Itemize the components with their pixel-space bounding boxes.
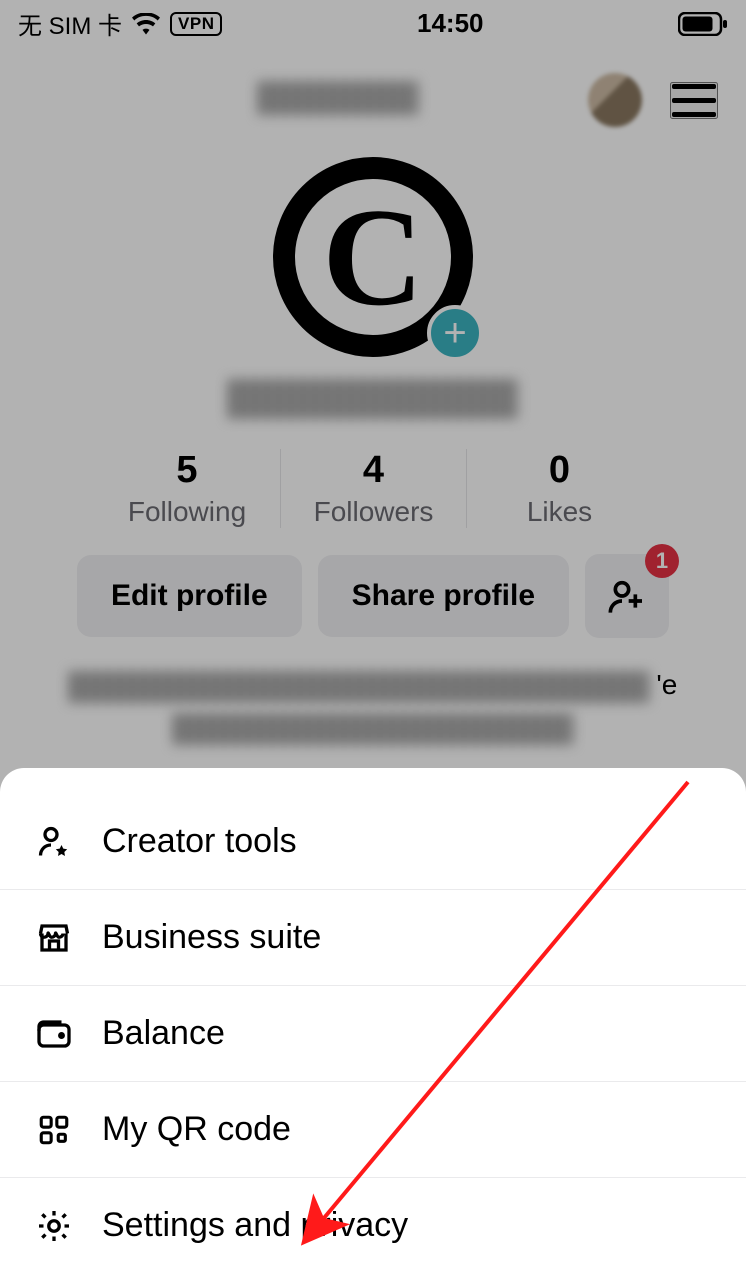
likes-label: Likes — [467, 496, 652, 528]
followers-stat[interactable]: 4 Followers — [280, 449, 466, 528]
menu-business-suite[interactable]: Business suite — [0, 890, 746, 986]
likes-count: 0 — [467, 449, 652, 492]
following-label: Following — [94, 496, 280, 528]
gear-icon — [34, 1208, 74, 1244]
vpn-indicator: VPN — [170, 12, 222, 36]
person-star-icon — [34, 824, 74, 860]
following-stat[interactable]: 5 Following — [94, 449, 280, 528]
carrier-text: 无 SIM 卡 — [18, 6, 122, 41]
status-bar: 无 SIM 卡 VPN 14:50 — [0, 0, 746, 43]
menu-item-label: My QR code — [102, 1110, 291, 1149]
menu-item-label: Creator tools — [102, 822, 297, 861]
followers-count: 4 — [281, 449, 466, 492]
profile-name-title — [88, 81, 588, 120]
menu-sheet: Creator tools Business suite Balance My … — [0, 768, 746, 1285]
wifi-icon — [132, 13, 160, 35]
wallet-icon — [34, 1018, 74, 1050]
menu-balance[interactable]: Balance — [0, 986, 746, 1082]
bio-text: 'e — [0, 664, 746, 748]
battery-icon — [678, 12, 728, 36]
clock-text: 14:50 — [417, 8, 484, 39]
notification-badge: 1 — [645, 544, 679, 578]
add-friend-button[interactable]: 1 — [585, 554, 669, 638]
add-photo-badge[interactable]: + — [427, 305, 483, 361]
username-text — [0, 379, 746, 419]
likes-stat[interactable]: 0 Likes — [466, 449, 652, 528]
account-switcher-avatar[interactable] — [588, 73, 642, 127]
menu-button[interactable] — [670, 82, 718, 119]
share-profile-button[interactable]: Share profile — [318, 555, 569, 637]
menu-item-label: Balance — [102, 1014, 225, 1053]
edit-profile-button[interactable]: Edit profile — [77, 555, 302, 637]
menu-item-label: Settings and privacy — [102, 1206, 408, 1245]
storefront-icon — [34, 920, 74, 956]
menu-settings-privacy[interactable]: Settings and privacy — [0, 1178, 746, 1285]
followers-label: Followers — [281, 496, 466, 528]
menu-creator-tools[interactable]: Creator tools — [0, 794, 746, 890]
menu-item-label: Business suite — [102, 918, 321, 957]
following-count: 5 — [94, 449, 280, 492]
qr-code-icon — [34, 1113, 74, 1147]
menu-qr-code[interactable]: My QR code — [0, 1082, 746, 1178]
